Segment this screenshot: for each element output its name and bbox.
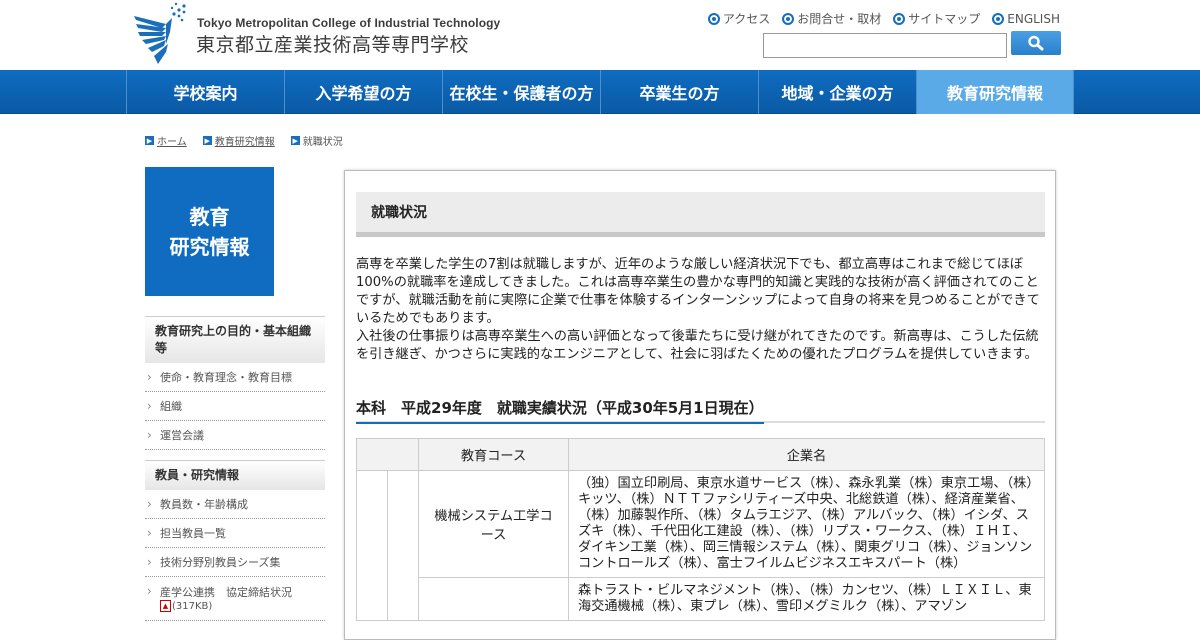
sidebar-item-faculty-count[interactable]: 教員数・年齢構成 [145, 490, 325, 519]
sidebar-item-faculty-list[interactable]: 担当教員一覧 [145, 519, 325, 548]
sidebar-item-industry-collaboration[interactable]: 産学公連携 協定締結状況 ▲(317KB) [145, 577, 325, 621]
sidebar-item-mission[interactable]: 使命・教育理念・教育目標 [145, 363, 325, 392]
contact-link-label: お問合せ・取材 [797, 12, 882, 26]
access-link[interactable]: アクセス [707, 10, 771, 27]
pdf-icon: ▲ [160, 600, 171, 612]
employment-table: 教育コース 企業名 機械システム工学コース （独）国立印刷局、東京水道サービス（… [356, 438, 1045, 621]
breadcrumb-education-research-label[interactable]: 教育研究情報 [215, 133, 275, 148]
english-link[interactable]: ENGLISH [992, 10, 1060, 27]
search-input[interactable] [763, 33, 1007, 58]
access-link-label: アクセス [722, 12, 771, 26]
contact-link[interactable]: お問合せ・取材 [782, 10, 881, 27]
nav-about-school[interactable]: 学校案内 [126, 70, 284, 114]
table-header-row: 教育コース 企業名 [356, 438, 1045, 471]
arrow-right-icon: ▶ [202, 136, 212, 145]
college-logo-icon [134, 2, 186, 64]
bullet-icon [782, 12, 795, 25]
site-logo[interactable]: Tokyo Metropolitan College of Industrial… [132, 2, 500, 66]
search-icon [1028, 35, 1044, 51]
breadcrumb-home[interactable]: ▶ ホーム [145, 133, 187, 148]
nav-education-research[interactable]: 教育研究情報 [916, 70, 1074, 114]
companies-cell: （独）国立印刷局、東京水道サービス（株）、森永乳業（株）東京工場、（株）キッツ、… [568, 470, 1045, 578]
sidebar-section-title: 教育 研究情報 [145, 167, 274, 296]
section-heading: 本科 平成29年度 就職実績状況（平成30年5月1日現在） [356, 397, 1045, 424]
breadcrumb-current-label: 就職状況 [302, 137, 343, 148]
course-cell [418, 577, 569, 621]
search-button[interactable] [1011, 31, 1061, 55]
sidebar-title-line2: 研究情報 [169, 234, 250, 259]
table-group-cell [356, 470, 388, 621]
section-heading-text: 本科 平成29年度 就職実績状況（平成30年5月1日現在） [356, 397, 764, 424]
page-title: 就職状況 [356, 192, 1045, 237]
intro-text: 高専を卒業した学生の7割は就職しますが、近年のような厳しい経済状況下でも、都立高… [356, 256, 1046, 364]
bullet-icon [992, 12, 1005, 25]
arrow-right-icon: ▶ [145, 136, 154, 145]
sitemap-link[interactable]: サイトマップ [893, 10, 980, 27]
bullet-icon [893, 12, 906, 25]
bullet-icon [707, 12, 720, 25]
logo-english-text: Tokyo Metropolitan College of Industrial… [197, 16, 501, 30]
nav-prospective-students[interactable]: 入学希望の方 [284, 70, 442, 114]
main-navigation: 学校案内 入学希望の方 在校生・保護者の方 卒業生の方 地域・企業の方 教育研究… [0, 70, 1200, 114]
intro-paragraph-2: 入社後の仕事振りは高専卒業生への高い評価となって後輩たちに受け継がれてきたのです… [356, 329, 1039, 362]
sitemap-link-label: サイトマップ [908, 12, 981, 26]
sidebar-menu: 教育研究上の目的・基本組織等 使命・教育理念・教育目標 組織 運営会議 教員・研… [145, 316, 325, 621]
industry-collaboration-label: 産学公連携 協定締結状況 [160, 586, 292, 599]
table-header-blank [356, 438, 419, 471]
table-header-course: 教育コース [418, 438, 569, 471]
site-header: Tokyo Metropolitan College of Industrial… [0, 0, 1200, 70]
companies-cell: 森トラスト・ビルマネジメント（株）、（株）カンセツ、（株）ＬＩＸＩＬ、東海交通機… [568, 577, 1045, 621]
sidebar-item-research-seeds[interactable]: 技術分野別教員シーズ集 [145, 548, 325, 577]
breadcrumb: ▶ ホーム ▶ 教育研究情報 ▶ 就職状況 [145, 133, 343, 148]
utility-links: アクセス お問合せ・取材 サイトマップ ENGLISH [707, 10, 1060, 27]
sidebar-item-management-meeting[interactable]: 運営会議 [145, 421, 325, 450]
table-row: 機械システム工学コース （独）国立印刷局、東京水道サービス（株）、森永乳業（株）… [356, 470, 1045, 621]
nav-current-students-parents[interactable]: 在校生・保護者の方 [442, 70, 600, 114]
english-link-label: ENGLISH [1007, 11, 1060, 26]
course-cell: 機械システム工学コース [418, 470, 569, 578]
breadcrumb-home-label[interactable]: ホーム [157, 133, 187, 148]
pdf-file-size: (317KB) [172, 601, 213, 612]
nav-community-companies[interactable]: 地域・企業の方 [758, 70, 916, 114]
sidebar-item-organization[interactable]: 組織 [145, 392, 325, 421]
arrow-right-icon: ▶ [290, 136, 300, 145]
breadcrumb-current: ▶ 就職状況 [290, 133, 343, 148]
table-subgroup-cell [387, 470, 419, 621]
sidebar-heading-faculty[interactable]: 教員・研究情報 [145, 460, 325, 490]
logo-japanese-text: 東京都立産業技術高等専門学校 [196, 34, 470, 56]
main-content: 就職状況 高専を卒業した学生の7割は就職しますが、近年のような厳しい経済状況下で… [344, 170, 1056, 640]
table-header-company: 企業名 [568, 438, 1045, 471]
table-row: 森トラスト・ビルマネジメント（株）、（株）カンセツ、（株）ＬＩＸＩＬ、東海交通機… [357, 577, 1045, 621]
intro-paragraph-1: 高専を卒業した学生の7割は就職しますが、近年のような厳しい経済状況下でも、都立高… [356, 257, 1040, 326]
nav-graduates[interactable]: 卒業生の方 [600, 70, 758, 114]
sidebar-heading-purpose[interactable]: 教育研究上の目的・基本組織等 [145, 316, 325, 363]
breadcrumb-education-research[interactable]: ▶ 教育研究情報 [202, 133, 275, 148]
sidebar-title-line1: 教育 [189, 204, 230, 229]
